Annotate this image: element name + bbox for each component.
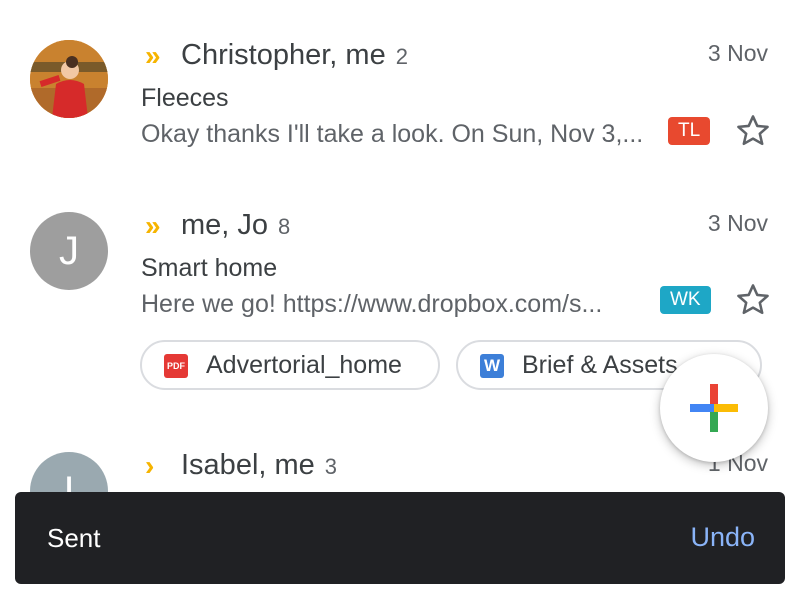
- word-doc-icon: W: [480, 354, 504, 378]
- sender-name: me, Jo 8: [181, 208, 290, 244]
- sender-label: me, Jo: [181, 209, 269, 241]
- thread-count: 8: [278, 214, 291, 239]
- star-icon[interactable]: [734, 281, 772, 319]
- sender-label: Christopher, me: [181, 39, 386, 71]
- compose-button[interactable]: [660, 354, 768, 462]
- sender-name: Isabel, me 3: [181, 448, 337, 484]
- importance-marker-icon: »: [145, 210, 160, 241]
- attachment-name: Advertorial_home: [206, 351, 402, 379]
- thread-count: 3: [324, 454, 338, 479]
- thread-count: 2: [395, 44, 408, 69]
- email-subject: Smart home: [141, 254, 278, 282]
- avatar-photo-image: [30, 40, 108, 118]
- email-date: 3 Nov: [707, 210, 768, 236]
- email-row-christopher[interactable]: » Christopher, me 2 3 Nov Fleeces Okay th…: [0, 0, 800, 190]
- avatar[interactable]: J: [30, 212, 108, 290]
- label-badge: WK: [660, 286, 711, 314]
- email-header: » me, Jo 8 3 Nov: [145, 206, 800, 246]
- avatar[interactable]: [30, 40, 108, 118]
- star-icon[interactable]: [734, 112, 772, 150]
- attachment-chip-pdf[interactable]: PDF Advertorial_home: [140, 340, 440, 390]
- email-subject: Fleeces: [141, 84, 229, 112]
- snackbar: Sent Undo: [15, 492, 785, 584]
- inbox-screen: » Christopher, me 2 3 Nov Fleeces Okay th…: [0, 0, 800, 600]
- importance-marker-icon: ›: [145, 450, 155, 481]
- importance-marker-icon: »: [145, 40, 160, 71]
- label-badge: TL: [668, 117, 711, 145]
- snackbar-message: Sent: [47, 523, 101, 553]
- email-snippet: Okay thanks I'll take a look. On Sun, No…: [141, 120, 644, 148]
- undo-button[interactable]: Undo: [690, 522, 755, 553]
- email-snippet: Here we go! https://www.dropbox.com/s...: [141, 290, 603, 318]
- attachment-name: Brief & Assets: [522, 351, 678, 379]
- pdf-icon: PDF: [164, 354, 188, 378]
- compose-plus-icon: [690, 384, 738, 432]
- email-date: 3 Nov: [707, 40, 768, 66]
- email-header: » Christopher, me 2 3 Nov: [145, 36, 800, 76]
- sender-name: Christopher, me 2: [181, 38, 408, 74]
- sender-label: Isabel, me: [181, 449, 315, 481]
